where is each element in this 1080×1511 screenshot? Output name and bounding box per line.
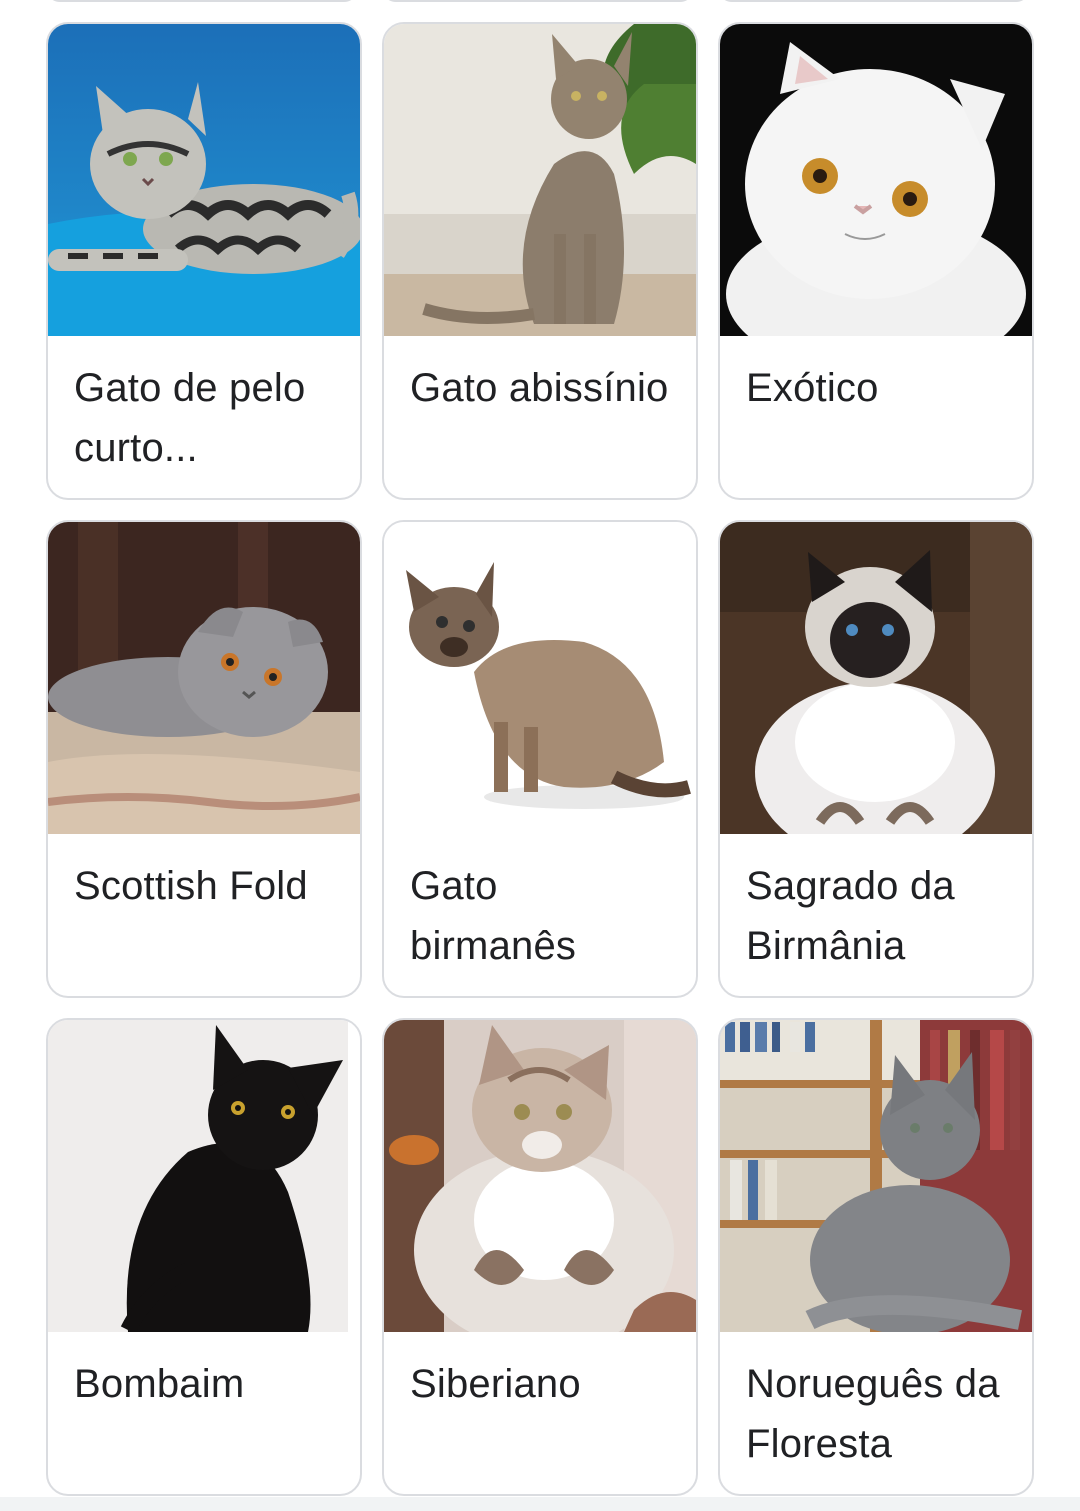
result-card-noruegues-da-floresta[interactable]: Norueguês da Floresta [718,1018,1034,1496]
result-label: Bombaim [74,1362,245,1406]
bombay-cat-photo [48,1020,360,1332]
birman-cat-photo [720,522,1032,834]
exotic-shorthair-cat-photo [720,24,1032,336]
result-label: Norueguês da Floresta [746,1362,1000,1466]
result-card-gato-birmanes[interactable]: Gato birmanês [382,520,698,998]
result-card-gato-de-pelo-curto[interactable]: Gato de pelo curto... [46,22,362,500]
result-label: Exótico [746,366,879,410]
previous-row-card-edge [718,0,1030,2]
american-shorthair-cat-photo [48,24,360,336]
burmese-cat-photo [384,522,696,834]
result-label: Gato abissínio [410,366,669,410]
bottom-scroll-edge [0,1497,1080,1511]
cat-breed-results-grid: Gato de pelo curto... Gato abissínio Exó… [46,22,1034,1496]
previous-row-card-edge [46,0,358,2]
siberian-cat-photo [384,1020,696,1332]
result-card-sagrado-da-birmania[interactable]: Sagrado da Birmânia [718,520,1034,998]
result-card-exotico[interactable]: Exótico [718,22,1034,500]
result-card-siberiano[interactable]: Siberiano [382,1018,698,1496]
result-card-bombaim[interactable]: Bombaim [46,1018,362,1496]
norwegian-forest-cat-photo [720,1020,1032,1332]
result-label: Gato de pelo curto... [74,366,306,470]
result-label: Gato birmanês [410,864,577,968]
abyssinian-cat-photo [384,24,696,336]
result-card-scottish-fold[interactable]: Scottish Fold [46,520,362,998]
previous-row-card-edge [382,0,694,2]
scottish-fold-cat-photo [48,522,360,834]
result-card-gato-abissinio[interactable]: Gato abissínio [382,22,698,500]
result-label: Sagrado da Birmânia [746,864,955,968]
result-label: Scottish Fold [74,864,308,908]
result-label: Siberiano [410,1362,581,1406]
